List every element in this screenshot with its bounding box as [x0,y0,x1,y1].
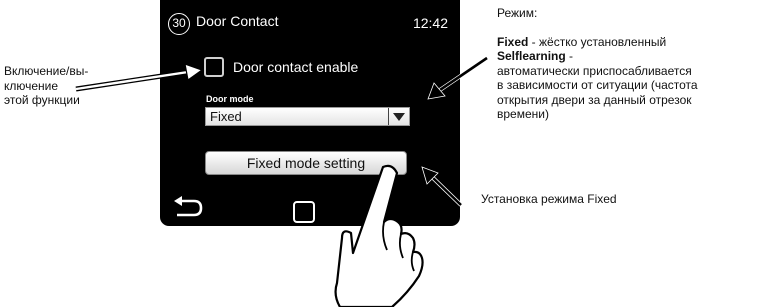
annotation-arrows [75,56,489,307]
left-pointer-arrow-icon [75,63,204,92]
setting-pointer-arrow-icon [421,166,463,207]
mode-pointer-arrow-icon [427,56,489,100]
pointing-hand-icon [334,164,424,307]
